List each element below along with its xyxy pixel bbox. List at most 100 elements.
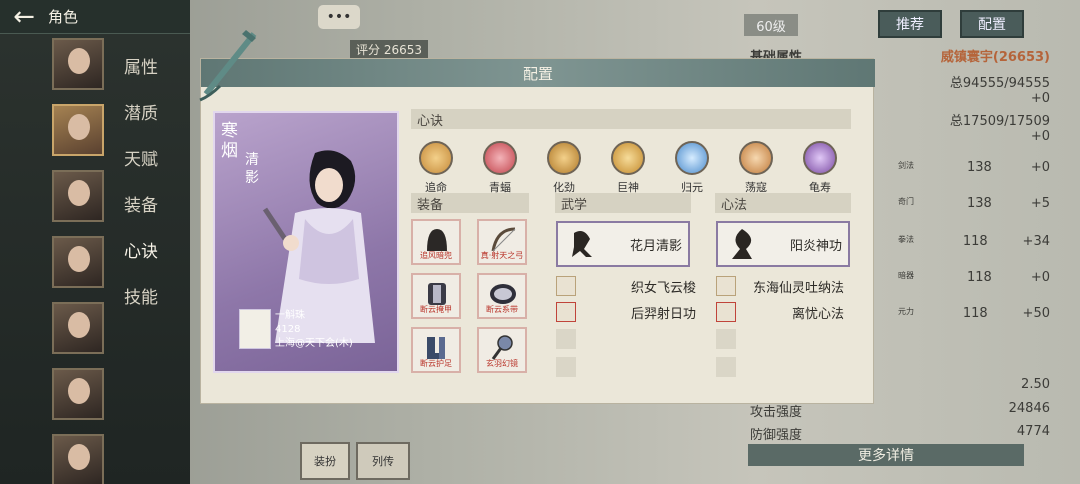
elem-label: 奇门 bbox=[898, 197, 914, 206]
stat-total: 总94555/94555 bbox=[949, 76, 1050, 91]
config-button[interactable]: 配置 bbox=[960, 10, 1024, 38]
equipment-slot[interactable]: 断云系带 bbox=[477, 273, 527, 319]
elem-label: 元力 bbox=[898, 307, 914, 316]
martial-art-icon bbox=[572, 231, 592, 257]
character-avatar[interactable] bbox=[52, 38, 104, 90]
stat-total: 总17509/17509 bbox=[949, 114, 1050, 129]
equipment-name: 玄羽幻镜 bbox=[486, 359, 518, 368]
player-avatar bbox=[239, 309, 271, 349]
tab-talent[interactable]: 天赋 bbox=[124, 134, 158, 180]
page-title: 角色 bbox=[48, 8, 79, 26]
top-bar: ← 角色 bbox=[0, 0, 190, 34]
skill-icon bbox=[556, 276, 576, 296]
xinfa-main-name: 阳炎神功 bbox=[789, 238, 842, 254]
character-avatar[interactable] bbox=[52, 236, 104, 288]
xinjue-item[interactable]: 巨神 bbox=[603, 141, 653, 195]
bottom-stat-value: 4774 bbox=[1016, 424, 1050, 439]
character-avatar[interactable] bbox=[52, 170, 104, 222]
elem-label: 剑法 bbox=[898, 161, 914, 170]
xinjue-dangkou-icon bbox=[739, 141, 773, 175]
wuxue-item[interactable]: 织女飞云梭 bbox=[556, 275, 696, 297]
xinjue-item[interactable]: 追命 bbox=[411, 141, 461, 195]
back-arrow-icon[interactable]: ← bbox=[0, 0, 48, 34]
elem-value: 118 bbox=[962, 306, 988, 321]
skill-name: 后羿射日功 bbox=[630, 306, 696, 322]
tab-skills[interactable]: 技能 bbox=[124, 272, 158, 318]
wuxue-main-slot[interactable]: 花月清影 bbox=[556, 221, 690, 267]
elem-bonus: +5 bbox=[1030, 196, 1050, 211]
score-value: 26653 bbox=[383, 43, 423, 57]
xinjue-item[interactable]: 龟寿 bbox=[795, 141, 845, 195]
sword-ornament-icon bbox=[199, 30, 257, 102]
xinjue-item[interactable]: 化劲 bbox=[539, 141, 589, 195]
elem-value: 118 bbox=[967, 270, 992, 285]
bottom-stat-value: 2.50 bbox=[1021, 377, 1050, 392]
wuxue-item[interactable]: 后羿射日功 bbox=[556, 301, 696, 323]
xinjue-item[interactable]: 归元 bbox=[667, 141, 717, 195]
xinjue-guishou-icon bbox=[803, 141, 837, 175]
xinjue-item[interactable]: 荡寇 bbox=[731, 141, 781, 195]
player-score: 4128 bbox=[275, 324, 301, 335]
recommend-button[interactable]: 推荐 bbox=[878, 10, 942, 38]
elem-bonus: +0 bbox=[1030, 270, 1050, 285]
stat-bonus: +0 bbox=[1030, 129, 1050, 144]
sidebar-tabs: 属性 潜质 天赋 装备 心诀 技能 bbox=[124, 42, 158, 318]
equipment-slot[interactable]: 玄羽幻镜 bbox=[477, 327, 527, 373]
skill-name: 东海仙灵吐纳法 bbox=[752, 280, 844, 296]
biography-button[interactable]: 列传 bbox=[356, 442, 410, 480]
equipment-name: 断云系带 bbox=[486, 305, 518, 314]
empty-slot[interactable] bbox=[556, 357, 576, 377]
tab-potential[interactable]: 潜质 bbox=[124, 88, 158, 134]
empty-slot[interactable] bbox=[716, 329, 736, 349]
skill-icon bbox=[716, 302, 736, 322]
skill-icon bbox=[716, 276, 736, 296]
elem-value: 138 bbox=[967, 160, 992, 175]
player-text: 一斛珠 4128 上海@天下会(木) bbox=[275, 309, 353, 351]
dress-up-button[interactable]: 装扮 bbox=[300, 442, 350, 480]
xinjue-zhuiming-icon bbox=[419, 141, 453, 175]
equipment-name: 追风暗兜 bbox=[420, 251, 452, 260]
inner-art-icon bbox=[732, 229, 752, 259]
tab-attributes[interactable]: 属性 bbox=[124, 42, 158, 88]
level-badge: 60级 bbox=[744, 14, 798, 36]
modal-header: 配置 bbox=[201, 59, 875, 87]
xinfa-item[interactable]: 离忧心法 bbox=[716, 301, 844, 323]
elem-value: 118 bbox=[962, 234, 988, 249]
more-details-button[interactable]: 更多详情 bbox=[748, 444, 1024, 466]
empty-slot[interactable] bbox=[556, 329, 576, 349]
elem-bonus: +50 bbox=[1022, 306, 1050, 321]
score-label: 评分 bbox=[356, 43, 381, 57]
tab-equipment[interactable]: 装备 bbox=[124, 180, 158, 226]
player-server: 上海@天下会(木) bbox=[275, 338, 353, 349]
bottom-icons: 装扮 列传 bbox=[300, 438, 420, 484]
character-avatar-selected[interactable] bbox=[52, 104, 104, 156]
equipment-slot[interactable]: 追风暗兜 bbox=[411, 219, 461, 265]
equipment-slot[interactable]: 断云护足 bbox=[411, 327, 461, 373]
character-avatar[interactable] bbox=[52, 368, 104, 420]
elem-bonus: +34 bbox=[1022, 234, 1050, 249]
equipment-name: 真·射天之弓 bbox=[480, 251, 524, 260]
character-avatar-list bbox=[52, 38, 104, 484]
elem-label: 拳法 bbox=[898, 235, 914, 244]
character-avatar[interactable] bbox=[52, 434, 104, 484]
xinjue-item[interactable]: 青蝠 bbox=[475, 141, 525, 195]
tab-xinjue[interactable]: 心诀 bbox=[124, 226, 158, 272]
character-avatar[interactable] bbox=[52, 302, 104, 354]
equipment-slot[interactable]: 断云掩甲 bbox=[411, 273, 461, 319]
score-display: 评分 26653 bbox=[350, 40, 429, 59]
empty-slot[interactable] bbox=[716, 357, 736, 377]
bottom-stat-value: 24846 bbox=[1008, 401, 1050, 416]
player-info: 一斛珠 4128 上海@天下会(木) bbox=[239, 309, 379, 355]
elem-bonus: +0 bbox=[1030, 160, 1050, 175]
elem-value: 138 bbox=[967, 196, 992, 211]
bottom-stat-label: 防御强度 bbox=[750, 428, 803, 443]
chat-bubble-icon[interactable]: ••• bbox=[318, 5, 360, 29]
xinjue-guiyuan-icon bbox=[675, 141, 709, 175]
config-modal: 配置 寒烟 清影 一斛珠 4128 上海@天下会(木) 心诀 追命 青蝠 化劲 … bbox=[200, 58, 875, 404]
equipment-slot[interactable]: 真·射天之弓 bbox=[477, 219, 527, 265]
skill-name: 织女飞云梭 bbox=[630, 280, 696, 296]
character-sidebar: ← 角色 属性 潜质 天赋 装备 心诀 技能 bbox=[0, 0, 190, 484]
xinfa-item[interactable]: 东海仙灵吐纳法 bbox=[716, 275, 844, 297]
player-name: 一斛珠 bbox=[275, 310, 305, 321]
xinfa-main-slot[interactable]: 阳炎神功 bbox=[716, 221, 850, 267]
